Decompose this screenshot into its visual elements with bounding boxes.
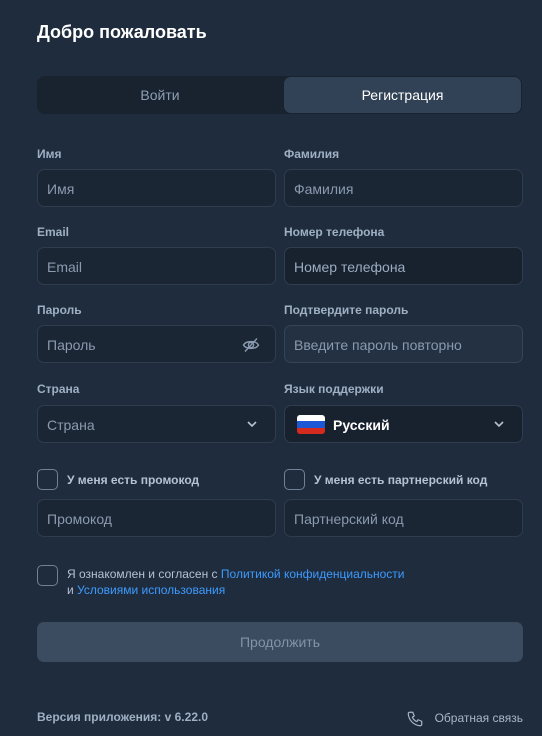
first-name-field[interactable]: Имя <box>37 169 276 207</box>
partner-checkbox[interactable] <box>284 469 305 490</box>
password-field[interactable]: Пароль <box>37 325 276 363</box>
agreement-checkbox[interactable] <box>37 565 58 586</box>
password-confirm-placeholder: Введите пароль повторно <box>294 337 462 353</box>
eye-off-icon[interactable] <box>242 336 260 354</box>
email-placeholder: Email <box>47 259 83 275</box>
agreement-prefix: Я ознакомлен и согласен с <box>67 567 218 581</box>
promo-placeholder: Промокод <box>47 511 112 527</box>
last-name-placeholder: Фамилия <box>294 181 354 197</box>
privacy-policy-link[interactable]: Политикой конфиденциальности <box>221 567 405 581</box>
continue-button[interactable]: Продолжить <box>37 622 523 662</box>
feedback-link[interactable]: Обратная связь <box>435 711 523 725</box>
page-title: Добро пожаловать <box>37 22 207 42</box>
password-placeholder: Пароль <box>47 337 96 353</box>
password-confirm-field[interactable]: Введите пароль повторно <box>284 325 523 363</box>
phone-placeholder: Номер телефона <box>294 259 406 275</box>
promo-checkbox-label[interactable]: У меня есть промокод <box>67 473 199 487</box>
partner-checkbox-label[interactable]: У меня есть партнерский код <box>314 473 487 487</box>
phone-icon[interactable] <box>406 710 424 728</box>
first-name-label: Имя <box>37 147 62 161</box>
flag-icon <box>297 415 325 434</box>
password-label: Пароль <box>37 303 82 317</box>
promo-field[interactable]: Промокод <box>37 499 276 537</box>
promo-checkbox[interactable] <box>37 469 58 490</box>
phone-label: Номер телефона <box>284 225 385 239</box>
last-name-label: Фамилия <box>284 147 340 161</box>
support-language-select[interactable]: Русский <box>284 405 523 443</box>
first-name-placeholder: Имя <box>47 181 75 197</box>
agreement-text: Я ознакомлен и согласен с Политикой конф… <box>67 566 507 598</box>
country-label: Страна <box>37 382 80 396</box>
email-field[interactable]: Email <box>37 247 276 285</box>
auth-tabs: Войти Регистрация <box>37 76 522 114</box>
password-confirm-label: Подтвердите пароль <box>284 303 409 317</box>
tab-login[interactable]: Войти <box>38 77 282 113</box>
agreement-conjunction: и <box>67 583 74 597</box>
chevron-down-icon <box>494 421 504 428</box>
partner-field[interactable]: Партнерский код <box>284 499 523 537</box>
tab-register[interactable]: Регистрация <box>284 77 521 113</box>
country-select[interactable]: Страна <box>37 405 276 443</box>
terms-link[interactable]: Условиями использования <box>77 583 225 597</box>
country-placeholder: Страна <box>47 417 95 433</box>
phone-field[interactable]: Номер телефона <box>284 247 523 285</box>
chevron-down-icon <box>247 421 257 428</box>
last-name-field[interactable]: Фамилия <box>284 169 523 207</box>
support-language-label: Язык поддержки <box>284 382 384 396</box>
support-language-value: Русский <box>333 417 390 433</box>
app-version: Версия приложения: v 6.22.0 <box>37 710 208 724</box>
partner-placeholder: Партнерский код <box>294 511 404 527</box>
email-label: Email <box>37 225 70 239</box>
